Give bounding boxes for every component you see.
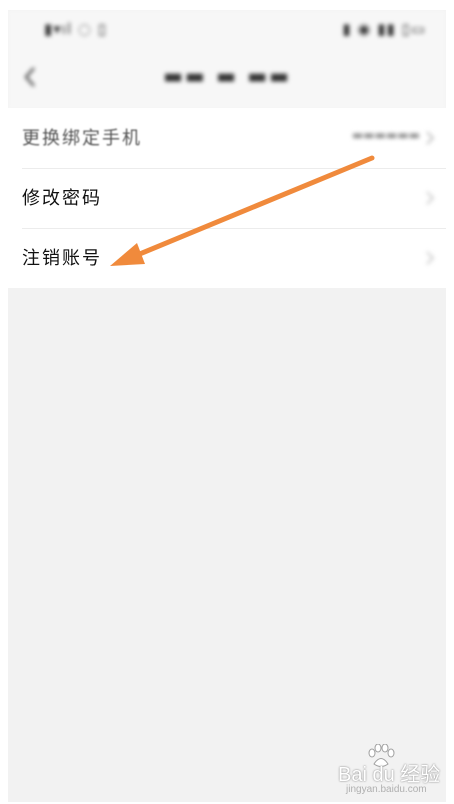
watermark-url: jingyan.baidu.com (346, 784, 427, 795)
cancel-account-label: 注销账号 (22, 248, 102, 269)
bound-phone-number: ▬▬▬▬▬▬ (351, 128, 420, 142)
chevron-right-icon (426, 191, 434, 205)
baidu-jingyan-watermark: Bai du 经验 jingyan.baidu.com (338, 744, 446, 800)
cancel-account-row[interactable]: 注销账号 (8, 228, 446, 288)
nav-bar: ▬▬ ▬ ▬▬ (8, 52, 446, 104)
change-bound-phone-row[interactable]: 更换绑定手机 ▬▬▬▬▬▬ (8, 108, 446, 168)
watermark-brand: Bai du 经验 (338, 764, 441, 786)
status-indicators: ▮ ◉ ▮▮ ▯▭ (342, 20, 426, 38)
change-password-row[interactable]: 修改密码 (8, 168, 446, 228)
carrier-signal: ▮▾ıl ◌ ▯ (44, 20, 107, 38)
status-bar: ▮▾ıl ◌ ▯ ▮ ◉ ▮▮ ▯▭ (8, 10, 446, 52)
change-bound-phone-label: 更换绑定手机 (22, 128, 142, 149)
chevron-right-icon (426, 131, 434, 145)
settings-list: 更换绑定手机 ▬▬▬▬▬▬ 修改密码 注销账号 (8, 108, 446, 288)
phone-screen: ▮▾ıl ◌ ▯ ▮ ◉ ▮▮ ▯▭ ▬▬ ▬ ▬▬ 更换绑定手机 ▬▬▬▬▬▬… (8, 10, 446, 802)
change-password-label: 修改密码 (22, 188, 102, 209)
chevron-right-icon (426, 251, 434, 265)
top-area: ▮▾ıl ◌ ▯ ▮ ◉ ▮▮ ▯▭ ▬▬ ▬ ▬▬ (8, 10, 446, 110)
page-title: ▬▬ ▬ ▬▬ (163, 64, 291, 88)
